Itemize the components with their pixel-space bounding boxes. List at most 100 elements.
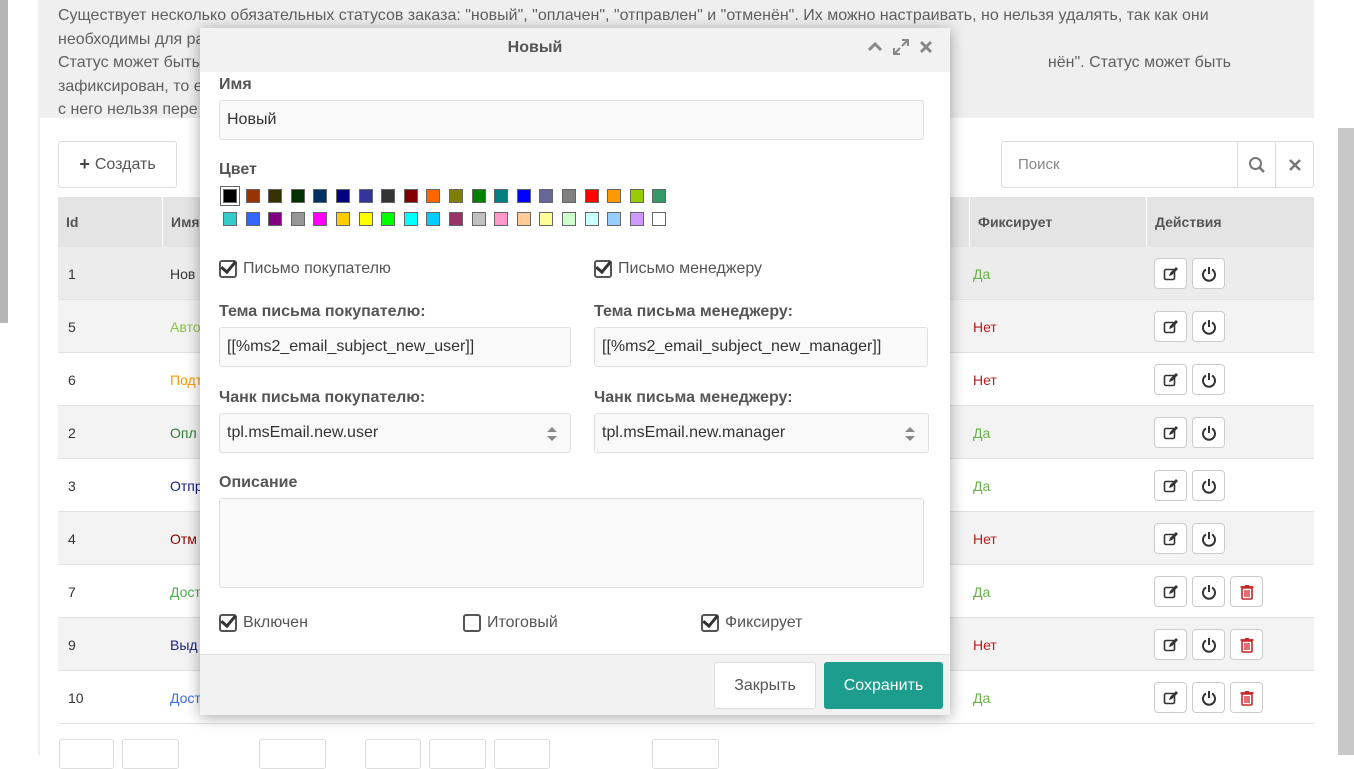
search-button[interactable] [1237, 142, 1275, 187]
color-swatch[interactable] [539, 189, 554, 203]
prev-page-button[interactable] [122, 739, 179, 769]
page-input[interactable] [259, 739, 326, 769]
last-page-button[interactable] [429, 739, 486, 769]
name-input[interactable]: Новый [219, 100, 924, 140]
subject-manager-label: Тема письма менеджеру: [594, 303, 793, 320]
toggle-button[interactable] [1192, 523, 1225, 554]
color-swatch[interactable] [381, 212, 396, 226]
color-swatch[interactable] [562, 189, 576, 203]
maximize-icon[interactable] [892, 38, 910, 56]
color-swatch[interactable] [313, 189, 328, 203]
refresh-button[interactable] [494, 739, 550, 769]
color-swatch[interactable] [652, 189, 667, 203]
chunk-manager-select[interactable]: tpl.msEmail.new.manager [594, 413, 929, 453]
fixed-checkbox[interactable]: Фиксирует [701, 614, 802, 632]
color-swatch[interactable] [494, 212, 509, 226]
create-button[interactable]: + Создать [58, 141, 177, 188]
final-checkbox[interactable]: Итоговый [463, 614, 558, 632]
save-button[interactable]: Сохранить [824, 662, 943, 709]
search-input[interactable]: Поиск [1002, 142, 1237, 187]
toggle-button[interactable] [1192, 470, 1225, 501]
subject-user-input[interactable]: [[%ms2_email_subject_new_user]] [219, 327, 571, 367]
first-page-button[interactable] [59, 739, 114, 769]
color-swatch[interactable] [358, 189, 373, 203]
page-size-select[interactable] [652, 739, 719, 769]
color-swatch[interactable] [426, 212, 441, 226]
color-swatch[interactable] [516, 189, 531, 203]
color-swatch[interactable] [313, 212, 328, 226]
color-swatch[interactable] [268, 212, 283, 226]
trash-icon [1239, 690, 1255, 706]
edit-icon [1163, 372, 1179, 388]
color-swatch[interactable] [516, 212, 531, 226]
page-scrollbar[interactable] [1338, 128, 1354, 755]
collapse-icon[interactable] [866, 38, 884, 56]
edit-button[interactable] [1154, 576, 1187, 607]
color-swatch[interactable] [426, 189, 441, 203]
close-button[interactable]: Закрыть [714, 662, 816, 709]
color-swatch[interactable] [652, 212, 667, 226]
edit-button[interactable] [1154, 364, 1187, 395]
color-swatch[interactable] [336, 189, 350, 203]
edit-button[interactable] [1154, 682, 1187, 713]
color-swatch[interactable] [268, 189, 283, 203]
color-swatch[interactable] [403, 212, 418, 226]
edit-button[interactable] [1154, 523, 1187, 554]
color-swatch[interactable] [471, 189, 486, 203]
toggle-button[interactable] [1192, 258, 1225, 289]
intro-line-1: Существует несколько обязательных статус… [58, 7, 1209, 24]
edit-button[interactable] [1154, 470, 1187, 501]
left-scrollbar[interactable] [0, 0, 8, 323]
toggle-button[interactable] [1192, 364, 1225, 395]
color-swatch[interactable] [336, 212, 350, 226]
delete-button[interactable] [1230, 682, 1263, 713]
color-swatch[interactable] [449, 189, 463, 203]
color-swatch[interactable] [449, 212, 463, 226]
edit-icon [1163, 690, 1179, 706]
color-swatch[interactable] [381, 189, 396, 203]
color-swatch[interactable] [607, 189, 622, 203]
toggle-button[interactable] [1192, 576, 1225, 607]
color-swatch[interactable] [471, 212, 486, 226]
toggle-button[interactable] [1192, 311, 1225, 342]
color-swatch[interactable] [358, 212, 373, 226]
subject-manager-input[interactable]: [[%ms2_email_subject_new_manager]] [594, 327, 928, 367]
color-swatch[interactable] [607, 212, 622, 226]
delete-button[interactable] [1230, 629, 1263, 660]
edit-button[interactable] [1154, 629, 1187, 660]
email-manager-checkbox[interactable]: Письмо менеджеру [594, 260, 762, 278]
color-swatch[interactable] [223, 212, 237, 226]
email-user-checkbox[interactable]: Письмо покупателю [219, 260, 391, 278]
color-swatch[interactable] [245, 189, 260, 203]
chunk-user-select[interactable]: tpl.msEmail.new.user [219, 413, 571, 453]
column-header-id[interactable]: Id [58, 197, 162, 247]
toggle-button[interactable] [1192, 629, 1225, 660]
clear-search-button[interactable] [1275, 142, 1313, 187]
row-name: Нов [170, 265, 196, 282]
next-page-button[interactable] [365, 739, 421, 769]
color-swatch[interactable] [290, 212, 305, 226]
color-swatch[interactable] [562, 212, 576, 226]
column-header-fixes[interactable]: Фиксирует [969, 197, 1147, 247]
color-swatch[interactable] [290, 189, 305, 203]
delete-button[interactable] [1230, 576, 1263, 607]
toggle-button[interactable] [1192, 682, 1225, 713]
edit-button[interactable] [1154, 311, 1187, 342]
color-swatch[interactable] [220, 186, 240, 206]
color-swatch[interactable] [403, 189, 418, 203]
color-swatch[interactable] [584, 212, 599, 226]
edit-button[interactable] [1154, 417, 1187, 448]
dialog-header[interactable]: Новый [200, 28, 950, 72]
active-checkbox[interactable]: Включен [219, 614, 308, 632]
color-swatch[interactable] [539, 212, 554, 226]
row-name: Авто [170, 318, 201, 335]
toggle-button[interactable] [1192, 417, 1225, 448]
description-textarea[interactable] [219, 498, 924, 588]
close-icon[interactable] [918, 38, 934, 56]
color-swatch[interactable] [245, 212, 260, 226]
color-swatch[interactable] [629, 212, 644, 226]
color-swatch[interactable] [629, 189, 644, 203]
color-swatch[interactable] [494, 189, 509, 203]
color-swatch[interactable] [584, 189, 599, 203]
edit-button[interactable] [1154, 258, 1187, 289]
